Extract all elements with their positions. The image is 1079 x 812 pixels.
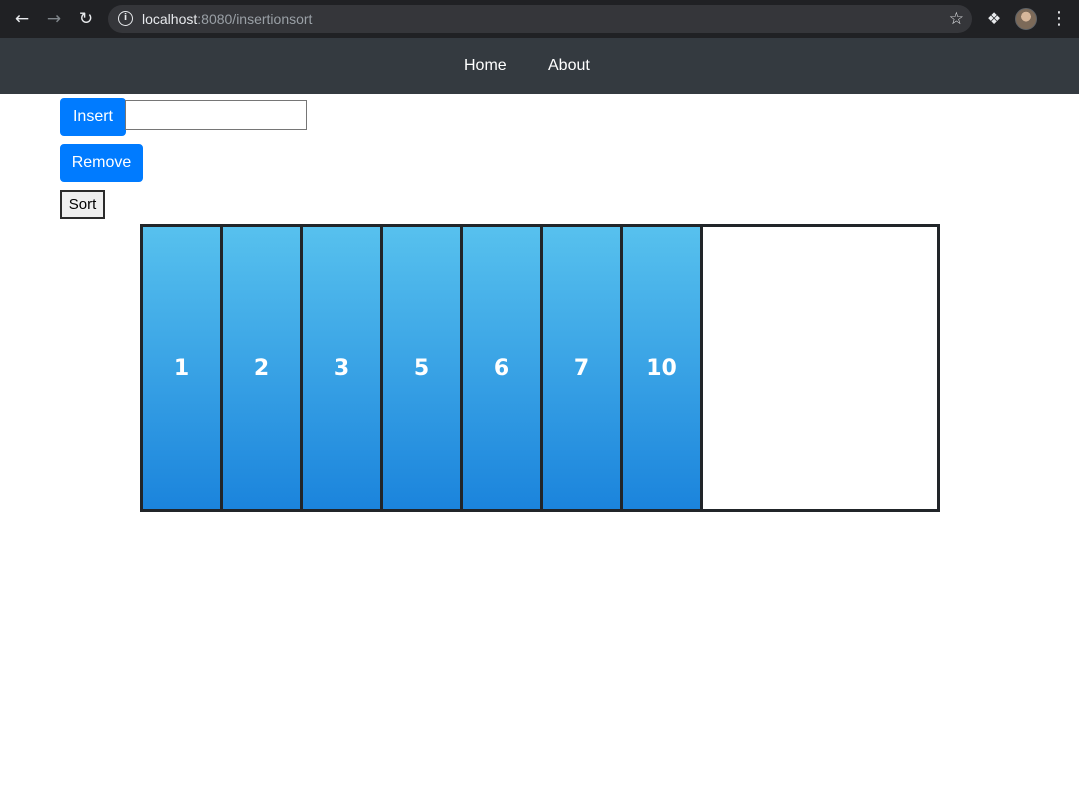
array-cell: 3	[303, 227, 383, 509]
array-cell-value: 1	[173, 355, 190, 381]
insert-value-input[interactable]	[125, 100, 307, 130]
bookmark-star-icon[interactable]: ☆	[949, 9, 964, 29]
extensions-puzzle-icon[interactable]: ❖	[984, 9, 1004, 29]
remove-button[interactable]: Remove	[60, 144, 143, 182]
address-url[interactable]: localhost:8080/insertionsort	[142, 10, 312, 28]
array-cell-value: 7	[573, 355, 590, 381]
site-info-icon[interactable]: i	[118, 11, 133, 26]
array-cell-value: 10	[646, 355, 677, 381]
nav-link-about[interactable]: About	[548, 56, 590, 76]
reload-icon[interactable]: ↻	[74, 8, 98, 30]
profile-avatar[interactable]	[1015, 8, 1037, 30]
array-cell: 7	[543, 227, 623, 509]
sort-button[interactable]: Sort	[60, 190, 105, 219]
array-cell: 1	[143, 227, 223, 509]
array-container: 1 2 3 5 6 7 10	[140, 224, 940, 512]
array-cell-value: 2	[253, 355, 270, 381]
back-arrow-icon[interactable]: ←	[10, 8, 34, 30]
array-cell-value: 5	[413, 355, 430, 381]
insert-button[interactable]: Insert	[60, 98, 126, 136]
browser-toolbar: ← → ↻ i localhost:8080/insertionsort ☆ ❖…	[0, 0, 1079, 38]
array-cell: 2	[223, 227, 303, 509]
address-bar[interactable]: i localhost:8080/insertionsort ☆	[108, 5, 972, 33]
forward-arrow-icon[interactable]: →	[42, 8, 66, 30]
nav-link-home[interactable]: Home	[464, 56, 507, 76]
array-cell: 10	[623, 227, 703, 509]
kebab-menu-icon[interactable]: ⋮	[1050, 8, 1068, 30]
array-cell: 5	[383, 227, 463, 509]
site-navbar: Home About	[0, 38, 1079, 94]
array-cell-value: 6	[493, 355, 510, 381]
array-cell-value: 3	[333, 355, 350, 381]
array-cell: 6	[463, 227, 543, 509]
